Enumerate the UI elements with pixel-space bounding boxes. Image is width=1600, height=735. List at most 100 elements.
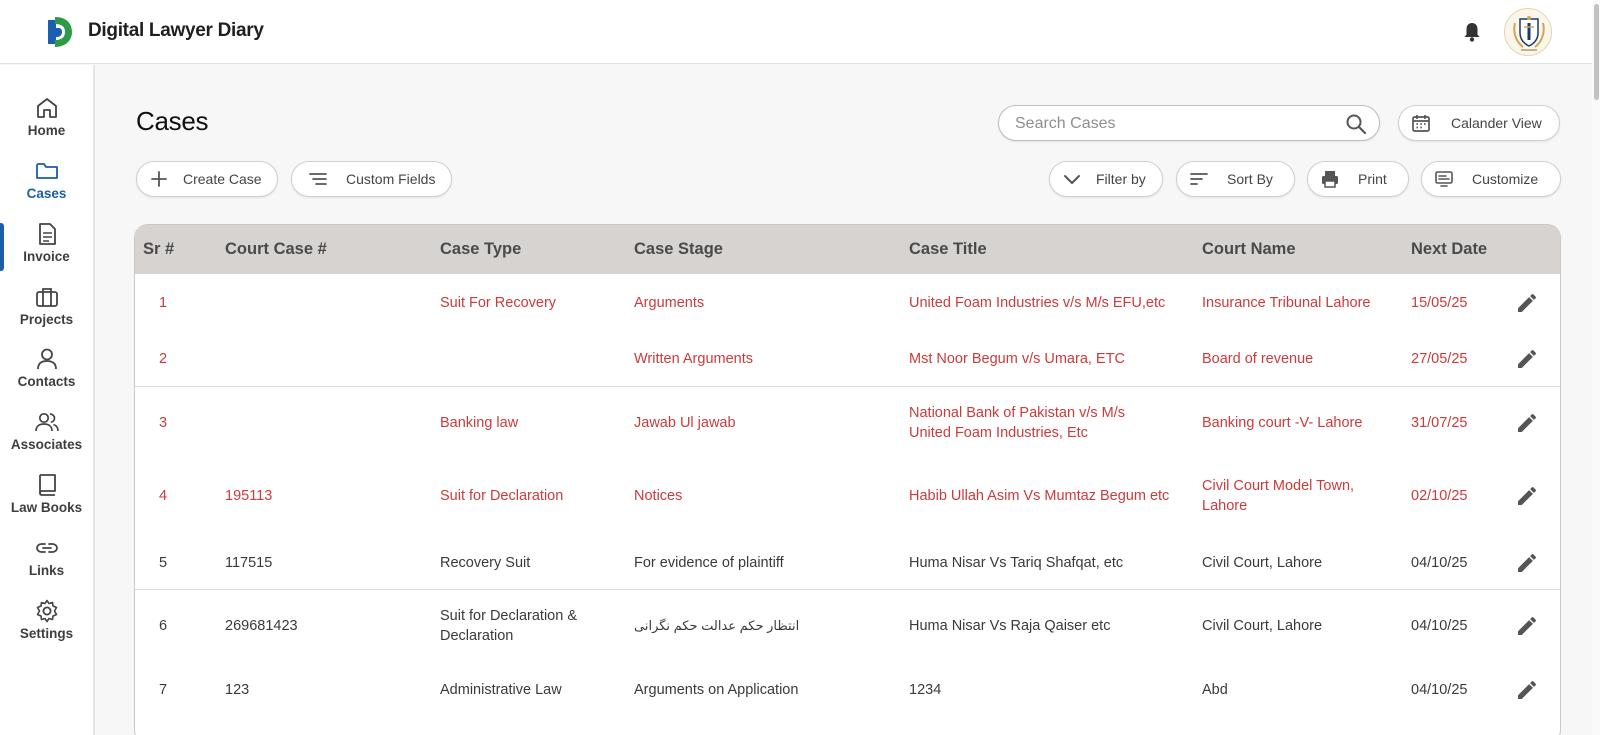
create-case-button[interactable]: Create Case: [136, 161, 278, 197]
cell-case-title: United Foam Industries v/s M/s EFU,etc: [909, 295, 1166, 311]
cell-court-name: Board of revenue: [1202, 351, 1314, 367]
sidebar-item-label: Home: [27, 123, 66, 138]
customize-label: Customize: [1472, 171, 1539, 187]
cell-case-title: Huma Nisar Vs Tariq Shafqat, etc: [909, 555, 1124, 571]
column-header-court-case[interactable]: Court Case #: [225, 240, 327, 259]
table-row[interactable]: 5 117515 Recovery Suit For evidence of p…: [135, 533, 1560, 590]
edit-icon[interactable]: [1515, 551, 1539, 575]
sidebar-item-label: Projects: [19, 312, 74, 327]
avatar[interactable]: [1504, 8, 1552, 56]
cell-next-date: 04/10/25: [1411, 682, 1468, 698]
edit-icon[interactable]: [1515, 411, 1539, 435]
cell-case-title: Huma Nisar Vs Raja Qaiser etc: [909, 618, 1111, 634]
column-header-court-name[interactable]: Court Name: [1202, 240, 1296, 259]
sort-by-button[interactable]: Sort By: [1176, 161, 1295, 197]
chevron-down-icon: [1064, 175, 1080, 184]
calendar-view-label: Calander View: [1451, 115, 1542, 131]
people-icon: [34, 412, 59, 432]
table-row[interactable]: 3 Banking law Jawab Ul jawab National Ba…: [135, 387, 1560, 461]
cell-case-type: Banking law: [440, 415, 519, 431]
sidebar-item-cases[interactable]: Cases: [0, 158, 93, 218]
plus-icon: [151, 171, 167, 187]
cell-court-name: Civil Court Model Town, Lahore: [1202, 478, 1355, 514]
sidebar-item-associates[interactable]: Associates: [0, 409, 93, 469]
cell-case-type: Administrative Law: [440, 682, 562, 698]
cell-case-title: 1234: [909, 682, 942, 698]
page-title: Cases: [136, 106, 209, 136]
filter-by-label: Filter by: [1096, 171, 1146, 187]
cell-case-stage: انتظار حکم عدالت حکم نگرانی: [634, 618, 800, 633]
link-icon: [35, 543, 58, 553]
table-header: Sr # Court Case # Case Type Case Stage C…: [135, 225, 1560, 274]
table-row[interactable]: 2 Written Arguments Mst Noor Begum v/s U…: [135, 330, 1560, 387]
cell-next-date: 04/10/25: [1411, 618, 1468, 634]
cell-sr: 2: [159, 351, 168, 367]
bell-icon[interactable]: [1460, 20, 1484, 44]
table-row[interactable]: 1 Suit For Recovery Arguments United Foa…: [135, 274, 1560, 330]
cell-court-name: Banking court -V- Lahore: [1202, 415, 1363, 431]
custom-fields-button[interactable]: Custom Fields: [291, 161, 452, 197]
edit-icon[interactable]: [1515, 678, 1539, 702]
app-title: Digital Lawyer Diary: [88, 20, 264, 41]
edit-icon[interactable]: [1515, 614, 1539, 638]
sidebar-item-links[interactable]: Links: [0, 535, 93, 595]
scrollbar-thumb[interactable]: [1594, 4, 1599, 100]
cell-case-type: Suit For Recovery: [440, 295, 557, 311]
calendar-icon: [1412, 115, 1430, 132]
cell-next-date: 04/10/25: [1411, 555, 1468, 571]
sidebar-item-projects[interactable]: Projects: [0, 284, 93, 344]
document-icon: [38, 223, 56, 245]
sidebar-item-contacts[interactable]: Contacts: [0, 346, 93, 406]
calendar-view-button[interactable]: Calander View: [1398, 105, 1560, 141]
sidebar-item-label: Invoice: [23, 249, 70, 264]
column-header-next-date[interactable]: Next Date: [1411, 240, 1487, 259]
sidebar-item-invoice[interactable]: Invoice: [0, 221, 93, 281]
cell-case-stage: Notices: [634, 488, 683, 504]
top-bar: Digital Lawyer Diary: [0, 0, 1592, 64]
cell-case-stage: Written Arguments: [634, 351, 754, 367]
cell-case-title: National Bank of Pakistan v/s M/s United…: [909, 405, 1125, 441]
sort-icon: [1190, 173, 1208, 185]
sidebar-item-settings[interactable]: Settings: [0, 598, 93, 658]
briefcase-icon: [35, 288, 58, 307]
column-header-sr[interactable]: Sr #: [143, 240, 174, 259]
cell-sr: 6: [159, 618, 168, 634]
sidebar-item-label: Links: [28, 563, 65, 578]
column-header-case-type[interactable]: Case Type: [440, 240, 521, 259]
sidebar-item-label: Associates: [10, 437, 83, 452]
sidebar-item-home[interactable]: Home: [0, 95, 93, 155]
cell-case-type: Suit for Declaration & Declaration: [440, 608, 578, 644]
table-row[interactable]: 6 269681423 Suit for Declaration & Decla…: [135, 590, 1560, 664]
table-row[interactable]: 7 123 Administrative Law Arguments on Ap…: [135, 664, 1560, 720]
customize-button[interactable]: Customize: [1421, 161, 1561, 197]
cell-next-date: 02/10/25: [1411, 488, 1468, 504]
printer-icon: [1322, 171, 1338, 188]
print-label: Print: [1358, 171, 1387, 187]
edit-icon[interactable]: [1515, 347, 1539, 371]
cases-table: Sr # Court Case # Case Type Case Stage C…: [134, 224, 1561, 735]
cell-case-type: Recovery Suit: [440, 555, 531, 571]
cell-court-case: 117515: [225, 555, 273, 571]
cell-case-stage: Arguments: [634, 295, 705, 311]
cell-next-date: 15/05/25: [1411, 295, 1468, 311]
print-button[interactable]: Print: [1307, 161, 1409, 197]
cell-court-name: Civil Court, Lahore: [1202, 618, 1323, 634]
cell-court-name: Abd: [1202, 682, 1228, 698]
customize-icon: [1435, 171, 1453, 187]
search-input[interactable]: [1015, 112, 1335, 136]
filter-by-button[interactable]: Filter by: [1049, 161, 1163, 197]
search-icon[interactable]: [1345, 113, 1367, 135]
sidebar-item-law-books[interactable]: Law Books: [0, 472, 93, 532]
cell-court-case: 123: [225, 682, 250, 698]
gear-icon: [36, 599, 57, 623]
column-header-case-stage[interactable]: Case Stage: [634, 240, 723, 259]
cell-court-name: Insurance Tribunal Lahore: [1202, 295, 1371, 311]
edit-icon[interactable]: [1515, 291, 1539, 315]
sort-by-label: Sort By: [1227, 171, 1273, 187]
edit-icon[interactable]: [1515, 484, 1539, 508]
table-row[interactable]: 4 195113 Suit for Declaration Notices Ha…: [135, 461, 1560, 533]
sidebar-item-label: Settings: [19, 626, 74, 641]
column-header-case-title[interactable]: Case Title: [909, 240, 987, 259]
cell-sr: 3: [159, 415, 168, 431]
page-scrollbar[interactable]: [1592, 0, 1600, 735]
